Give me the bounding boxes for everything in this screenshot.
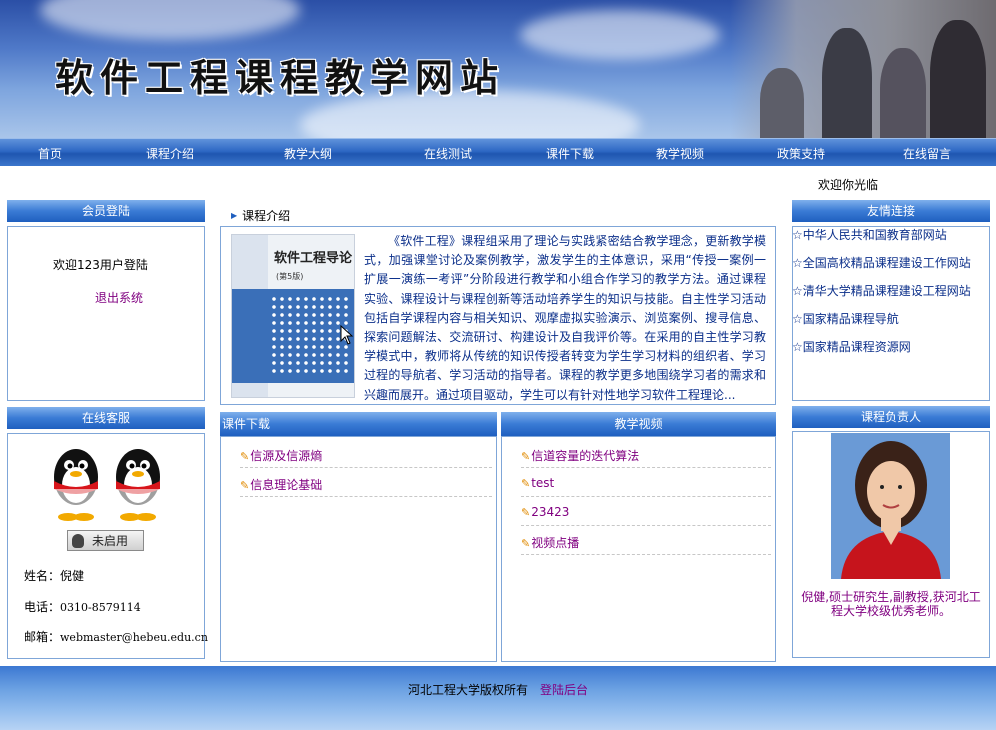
qq-online-icon[interactable] (38, 443, 174, 523)
name-value: 倪健 (60, 569, 85, 583)
friend-link[interactable]: ☆国家精品课程资源网 (792, 338, 911, 355)
banner-photo (730, 0, 996, 138)
email-value: webmaster@hebeu.edu.cn (60, 631, 208, 644)
video-item-label: test (531, 476, 555, 490)
pencil-icon: ✎ (240, 479, 250, 492)
mouse-cursor-icon (340, 325, 354, 345)
nav-videos[interactable]: 教学视频 (656, 145, 704, 162)
cloud-shape (40, 0, 300, 40)
person-figure (760, 68, 804, 138)
intro-paragraph: 《软件工程》课程组采用了理论与实践紧密结合教学理念，更新教学模式，加强课堂讨论及… (364, 234, 766, 402)
divider (521, 467, 771, 468)
phone-value: 0310-8579114 (60, 601, 141, 614)
welcome-text: 欢迎你光临 (818, 178, 879, 192)
pencil-icon: ✎ (240, 450, 250, 463)
divider (240, 496, 492, 497)
qq-status-button[interactable]: 未启用 (67, 530, 144, 551)
divider (240, 467, 492, 468)
qq-penguin-icon (72, 533, 84, 548)
admin-login-link[interactable]: 登陆后台 (540, 681, 588, 698)
teacher-header: 课程负责人 (792, 406, 990, 428)
video-item[interactable]: ✎test (521, 476, 554, 490)
divider (521, 554, 771, 555)
download-item-label: 信源及信源熵 (250, 449, 323, 463)
header-banner: 软件工程课程教学网站 (0, 0, 996, 138)
friend-link[interactable]: ☆中华人民共和国教育部网站 (792, 226, 947, 243)
nav-syllabus[interactable]: 教学大纲 (284, 145, 332, 162)
book-dot-pattern (270, 295, 350, 375)
copyright-text: 河北工程大学版权所有 (408, 683, 529, 697)
person-figure (880, 48, 926, 138)
book-title: 软件工程导论 (274, 251, 353, 266)
contact-email: 邮箱：webmaster@hebeu.edu.cn (24, 628, 208, 645)
nav-course-intro[interactable]: 课程介绍 (146, 145, 194, 162)
contact-name: 姓名：倪健 (24, 567, 84, 584)
person-figure (822, 28, 872, 138)
friend-link[interactable]: ☆全国高校精品课程建设工作网站 (792, 254, 971, 271)
intro-title-label: 课程介绍 (242, 209, 291, 223)
qq-status-label: 未启用 (92, 534, 129, 548)
pencil-icon: ✎ (521, 537, 531, 550)
friend-link[interactable]: ☆国家精品课程导航 (792, 310, 899, 327)
friends-header: 友情连接 (792, 200, 990, 222)
video-item[interactable]: ✎信道容量的迭代算法 (521, 447, 639, 464)
site-title: 软件工程课程教学网站 (55, 55, 506, 100)
divider (521, 525, 771, 526)
pencil-icon: ✎ (521, 506, 531, 519)
nav-messages[interactable]: 在线留言 (903, 145, 951, 162)
teacher-portrait (831, 433, 950, 579)
video-item-label: 视频点播 (531, 536, 580, 550)
video-item[interactable]: ✎视频点播 (521, 534, 579, 551)
friend-link[interactable]: ☆清华大学精品课程建设工程网站 (792, 282, 971, 299)
login-box (7, 226, 205, 401)
teacher-description: 倪健,硕士研究生,副教授,获河北工程大学校级优秀老师。 (801, 590, 981, 618)
downloads-header: 课件下载 (220, 412, 497, 436)
video-item[interactable]: ✎23423 (521, 505, 569, 519)
phone-label: 电话： (24, 600, 61, 614)
nav-home[interactable]: 首页 (38, 145, 62, 162)
login-welcome: 欢迎123用户登陆 (53, 258, 148, 272)
nav-policy[interactable]: 政策支持 (777, 145, 825, 162)
intro-title: ▶ 课程介绍 (231, 207, 290, 224)
login-header: 会员登陆 (7, 200, 205, 222)
contact-phone: 电话：0310-8579114 (24, 598, 141, 615)
main-nav: 首页 课程介绍 教学大纲 在线测试 课件下载 教学视频 政策支持 在线留言 (0, 138, 996, 166)
arrow-icon: ▶ (231, 211, 238, 220)
name-label: 姓名： (24, 569, 61, 583)
video-item-label: 23423 (531, 505, 570, 519)
pencil-icon: ✎ (521, 450, 531, 463)
book-cover-image: 软件工程导论 (第5版) (231, 234, 355, 398)
person-figure (930, 20, 986, 138)
service-header: 在线客服 (7, 407, 205, 429)
logout-link[interactable]: 退出系统 (95, 289, 143, 306)
footer: 河北工程大学版权所有 登陆后台 (0, 666, 996, 730)
cloud-shape (520, 10, 720, 60)
download-item[interactable]: ✎信息理论基础 (240, 476, 322, 493)
download-item[interactable]: ✎信源及信源熵 (240, 447, 322, 464)
email-label: 邮箱： (24, 630, 61, 644)
nav-downloads[interactable]: 课件下载 (546, 145, 594, 162)
pencil-icon: ✎ (521, 477, 531, 490)
download-item-label: 信息理论基础 (250, 478, 323, 492)
video-item-label: 信道容量的迭代算法 (531, 449, 640, 463)
book-edition: (第5版) (276, 272, 304, 281)
downloads-box (220, 436, 497, 662)
videos-header: 教学视频 (501, 412, 776, 436)
divider (521, 496, 771, 497)
nav-online-test[interactable]: 在线测试 (424, 145, 472, 162)
